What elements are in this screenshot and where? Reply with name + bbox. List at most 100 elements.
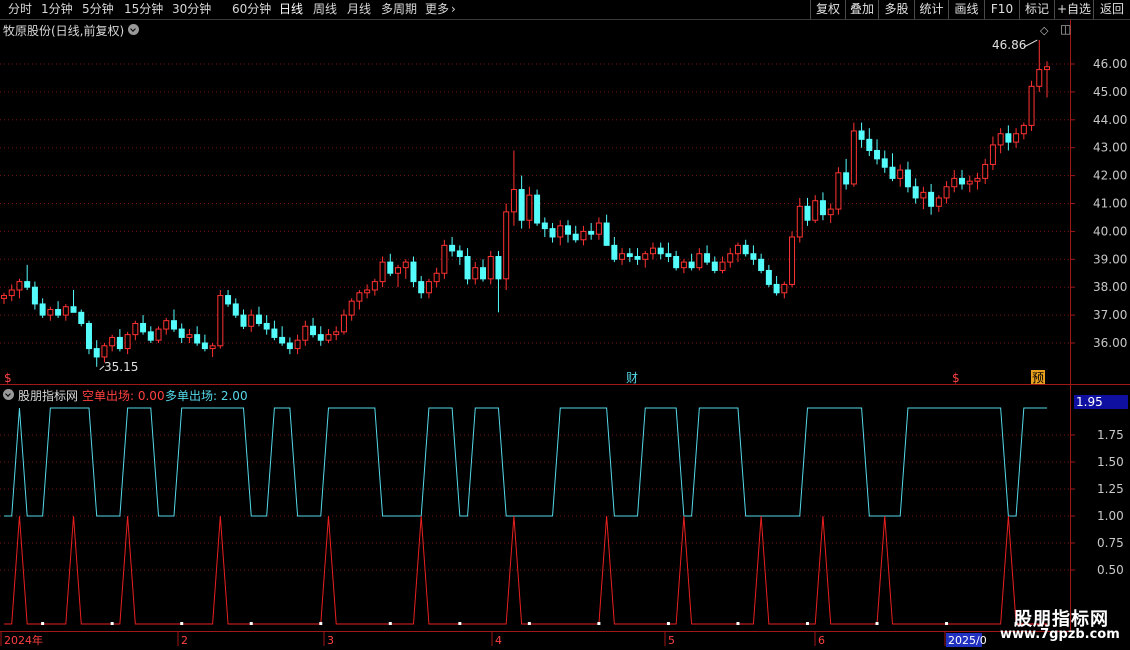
candle-body-up	[395, 267, 402, 274]
indicator-tick-label: 0.75	[1097, 536, 1124, 550]
candle-body-up	[425, 281, 432, 294]
candle-body-up	[109, 336, 116, 347]
candle-body-down	[603, 222, 610, 246]
candle-body-down	[572, 233, 579, 241]
price-tick-label: 41.00	[1093, 197, 1127, 211]
candle-body-up	[951, 177, 958, 188]
candle-body-down	[959, 177, 966, 185]
baseline-dot	[249, 622, 253, 625]
indicator-dropdown-icon[interactable]	[3, 389, 14, 400]
candle-body-down	[456, 250, 463, 258]
candle-body-down	[711, 261, 718, 271]
price-tick-label: 40.00	[1093, 224, 1127, 238]
candle-body-down	[93, 348, 100, 358]
candle-body-up	[935, 197, 942, 207]
event-marker: $	[952, 371, 960, 385]
candle-body-up	[379, 261, 386, 283]
candle-body-up	[503, 211, 510, 280]
candle-body-down	[657, 247, 664, 255]
candle-body-down	[688, 261, 695, 269]
time-axis-label: 6	[818, 634, 825, 647]
candle-body-down	[673, 256, 680, 269]
candle-body-down	[1005, 133, 1012, 143]
candle-body-up	[719, 261, 726, 271]
low-price-label: 35.15	[104, 360, 139, 374]
candle-body-up	[781, 283, 788, 294]
candle-body-down	[928, 191, 935, 207]
time-axis-label: 5	[668, 634, 675, 647]
candle-body-down	[549, 228, 556, 238]
title-dropdown-icon[interactable]	[128, 24, 139, 35]
candle-body-down	[819, 200, 826, 216]
candle-body-up	[302, 325, 309, 341]
candle-body-up	[526, 194, 533, 221]
candle-body-down	[147, 331, 154, 341]
baseline-dot	[458, 622, 462, 625]
price-tick-label: 43.00	[1093, 141, 1127, 155]
candle-body-down	[750, 253, 757, 260]
baseline-dot	[875, 622, 879, 625]
candle-body-up	[727, 253, 734, 263]
candle-body-up	[62, 306, 69, 316]
candle-body-down	[843, 172, 850, 185]
baseline-dot	[388, 622, 392, 625]
candle-body-up	[680, 261, 687, 269]
candle-body-down	[611, 244, 618, 260]
candle-body-down	[24, 281, 31, 288]
candle-body-up	[8, 289, 15, 297]
diamond-icon[interactable]: ◇	[1040, 24, 1048, 37]
baseline-dot	[666, 622, 670, 625]
candle-body-down	[194, 334, 201, 344]
price-tick-label: 46.00	[1093, 57, 1127, 71]
candle-body-down	[140, 322, 147, 333]
candle-body-up	[371, 281, 378, 291]
candle-body-down	[773, 283, 780, 294]
candle-body-down	[317, 334, 324, 341]
baseline-dot	[180, 622, 184, 625]
baseline-dot	[736, 622, 740, 625]
candle-body-down	[881, 158, 888, 168]
baseline-dot	[945, 622, 949, 625]
candle-body-up	[850, 130, 857, 185]
indicator-name: 股朋指标网	[18, 389, 79, 403]
event-marker: 财	[626, 371, 638, 385]
candle-body-up	[796, 205, 803, 238]
panel-toggle-icon[interactable]: ◫	[1060, 22, 1071, 36]
candle-body-down	[255, 314, 262, 324]
candle-body-down	[387, 261, 394, 274]
main-title: 牧原股份(日线,前复权)	[3, 24, 125, 38]
candle-body-up	[47, 309, 54, 316]
candle-body-up	[441, 244, 448, 274]
price-tick-label: 44.00	[1093, 113, 1127, 127]
price-tick-label: 36.00	[1093, 336, 1127, 350]
candle-body-down	[889, 166, 896, 179]
candle-body-up	[510, 189, 517, 213]
candle-body-up	[348, 300, 355, 316]
candle-body-down	[178, 328, 185, 338]
candle-body-down	[85, 322, 92, 350]
candle-body-down	[263, 322, 270, 330]
candle-body-up	[402, 261, 409, 269]
candle-body-down	[634, 256, 641, 260]
candle-body-down	[665, 253, 672, 258]
candle-body-down	[310, 325, 317, 336]
candle-body-down	[39, 303, 46, 316]
candle-body-up	[642, 253, 649, 260]
candle-body-down	[704, 253, 711, 263]
candle-body-up	[827, 208, 834, 216]
candle-body-down	[225, 295, 232, 305]
candle-body-up	[325, 334, 332, 341]
candle-body-down	[874, 149, 881, 160]
candle-body-down	[78, 311, 85, 324]
candle-body-down	[418, 281, 425, 294]
candle-body-down	[286, 342, 293, 350]
candle-body-up	[734, 244, 741, 255]
candle-body-up	[333, 331, 340, 336]
candle-body-down	[464, 256, 471, 280]
candle-body-down	[564, 225, 571, 235]
indicator-tick-label: 1.50	[1097, 455, 1124, 469]
indicator-current-value: 1.95	[1074, 395, 1128, 409]
candle-body-up	[619, 253, 626, 260]
candle-body-up	[920, 191, 927, 199]
time-axis-label: 2	[181, 634, 188, 647]
